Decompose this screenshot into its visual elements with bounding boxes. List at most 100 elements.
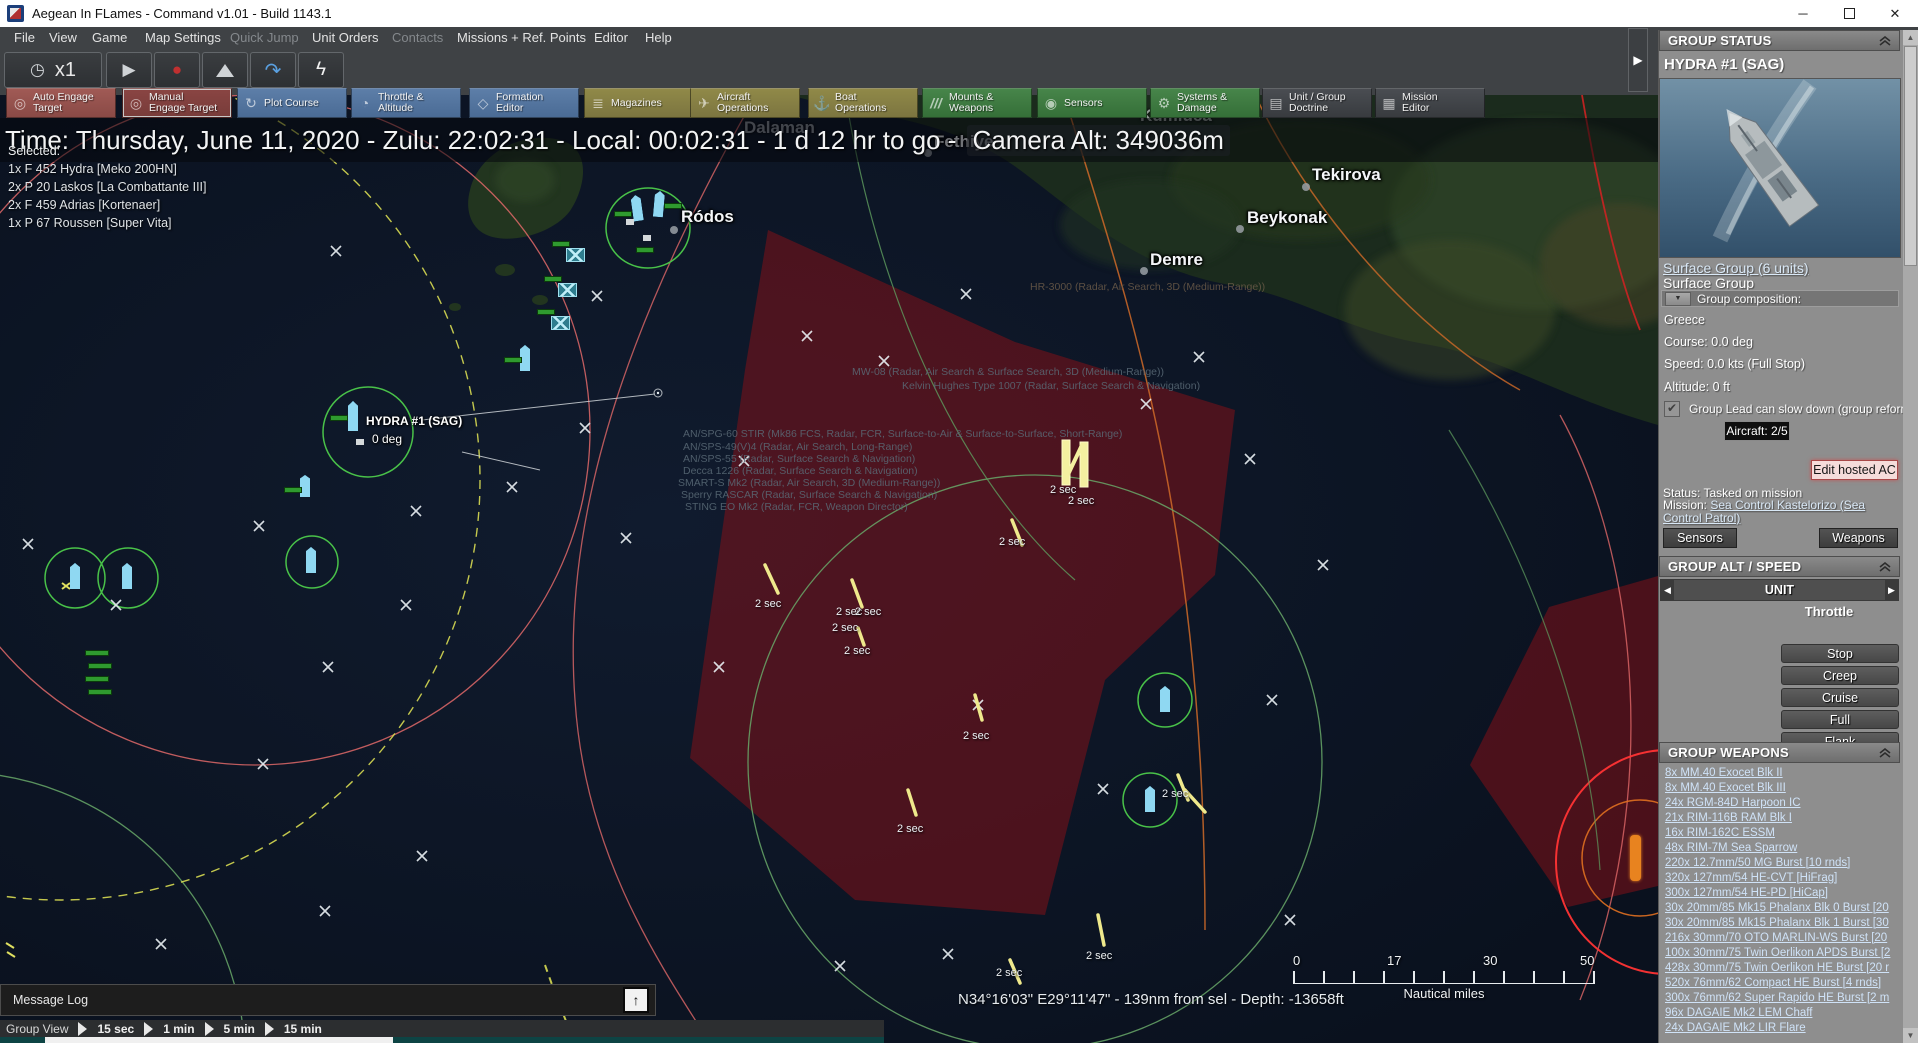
mission-editor-button[interactable]: ▦Mission Editor (1375, 88, 1485, 118)
weapon-link[interactable]: 300x 76mm/62 Super Rapido HE Burst [2 m (1665, 991, 1898, 1006)
aircraft-count-button[interactable]: Aircraft: 2/5 (1724, 421, 1790, 441)
scroll-up-arrow[interactable]: ▲ (1903, 30, 1918, 45)
friendly-ship-icon[interactable] (1160, 686, 1170, 712)
chevron-double-up-icon[interactable] (1879, 562, 1891, 572)
weapon-link[interactable]: 320x 127mm/54 HE-CVT [HiFrag] (1665, 871, 1898, 886)
close-button[interactable]: ✕ (1872, 0, 1918, 27)
weapon-link[interactable]: 30x 20mm/85 Mk15 Phalanx Blk 1 Burst [30 (1665, 916, 1898, 931)
boat-operations-button[interactable]: ⚓Boat Operations (808, 88, 918, 118)
weapon-link[interactable]: 24x RGM-84D Harpoon IC (1665, 796, 1898, 811)
lightning-icon: ϟ (316, 59, 326, 81)
weapon-link[interactable]: 100x 30mm/75 Twin Oerlikon APDS Burst [2 (1665, 946, 1898, 961)
weapon-link[interactable]: 21x RIM-116B RAM Blk I (1665, 811, 1898, 826)
weapon-link[interactable]: 8x MM.40 Exocet Blk II (1665, 766, 1898, 781)
chevron-double-up-icon[interactable] (1879, 748, 1891, 758)
friendly-ship-icon[interactable] (1145, 786, 1155, 812)
menu-missions-ref-points[interactable]: Missions + Ref. Points (457, 27, 586, 49)
auto-engage-target-button[interactable]: ◎Auto Engage Target (6, 88, 116, 118)
aircraft-operations-button[interactable]: ✈Aircraft Operations (690, 88, 800, 118)
throttle-creep-button[interactable]: Creep (1781, 666, 1899, 685)
weapon-link[interactable]: 428x 30mm/75 Twin Oerlikon HE Burst [20 … (1665, 961, 1898, 976)
menu-unit-orders[interactable]: Unit Orders (312, 27, 378, 49)
group-view-label[interactable]: Group View (6, 1022, 68, 1036)
weapon-link[interactable]: 8x MM.40 Exocet Blk III (1665, 781, 1898, 796)
step-5min[interactable]: 5 min (224, 1022, 255, 1036)
step-15sec[interactable]: 15 sec (97, 1022, 134, 1036)
systems-damage-button[interactable]: ⚙Systems & Damage (1150, 88, 1260, 118)
message-log-bar[interactable]: Message Log ↑ (0, 984, 656, 1016)
mission-prefix: Mission: (1663, 498, 1710, 512)
hydra-flagship-icon[interactable] (348, 401, 358, 431)
throttle-full-button[interactable]: Full (1781, 710, 1899, 729)
menu-help[interactable]: Help (645, 27, 672, 49)
sidebar-weapons-button[interactable]: Weapons (1819, 528, 1898, 548)
weapon-link[interactable]: 216x 30mm/70 OTO MARLIN-WS Burst [20 (1665, 931, 1898, 946)
hydra-group-label[interactable]: HYDRA #1 (SAG) (366, 414, 462, 428)
jump-button[interactable]: ↷ (250, 52, 296, 88)
play-button[interactable]: ▶ (106, 52, 152, 88)
time-compression-button[interactable]: ◷ x1 (4, 52, 102, 88)
friendly-ship-icon[interactable] (306, 547, 316, 573)
horizontal-scrollbar[interactable] (0, 1037, 884, 1043)
horizontal-scroll-thumb[interactable] (45, 1037, 393, 1043)
sidebar-sensors-button[interactable]: Sensors (1663, 528, 1737, 548)
boat-group-icon[interactable] (551, 316, 570, 330)
group-type: Surface Group (1663, 275, 1754, 291)
group-lead-checkbox[interactable]: ✔ (1664, 401, 1680, 417)
menu-editor[interactable]: Editor (594, 27, 628, 49)
group-status-header[interactable]: GROUP STATUS (1659, 30, 1900, 51)
scale-tick-label: 17 (1387, 953, 1401, 968)
quick-action-button[interactable]: ϟ (298, 52, 344, 88)
boat-group-icon[interactable] (566, 248, 585, 262)
edit-hosted-ac-button[interactable]: Edit hosted AC (1811, 460, 1898, 480)
friendly-ship-icon[interactable] (300, 475, 310, 497)
plot-course-button[interactable]: ↻Plot Course (237, 88, 347, 118)
hostile-ship-icon[interactable] (1630, 835, 1641, 881)
weapon-link[interactable]: 16x RIM-162C ESSM (1665, 826, 1898, 841)
throttle-cruise-button[interactable]: Cruise (1781, 688, 1899, 707)
sensors-button[interactable]: ◉Sensors (1037, 88, 1147, 118)
step-button[interactable] (202, 52, 248, 88)
sidebar-expander-button[interactable]: ▶ (1628, 28, 1648, 92)
scroll-thumb[interactable] (1904, 46, 1917, 266)
throttle-stop-button[interactable]: Stop (1781, 644, 1899, 663)
group-alt-speed-header[interactable]: GROUP ALT / SPEED (1659, 556, 1900, 577)
menu-game[interactable]: Game (92, 27, 127, 49)
scroll-down-arrow[interactable]: ▼ (1903, 1028, 1918, 1043)
tactical-map[interactable]: Time: Thursday, June 11, 2020 - Zulu: 22… (0, 95, 1658, 1043)
etr-label: 2 sec (996, 967, 1022, 979)
record-button[interactable]: ● (154, 52, 200, 88)
magazines-button[interactable]: ≣Magazines (584, 88, 694, 118)
weapon-link[interactable]: 220x 12.7mm/50 MG Burst [10 rnds] (1665, 856, 1898, 871)
weapon-link[interactable]: 48x RIM-7M Sea Sparrow (1665, 841, 1898, 856)
menu-file[interactable]: File (14, 27, 35, 49)
unit-group-doctrine-button[interactable]: ▤Unit / Group Doctrine (1262, 88, 1372, 118)
mounts-weapons-button[interactable]: ///Mounts & Weapons (922, 88, 1032, 118)
weapon-link[interactable]: 30x 20mm/85 Mk15 Phalanx Blk 0 Burst [20 (1665, 901, 1898, 916)
formation-editor-button[interactable]: ◇Formation Editor (469, 88, 579, 118)
step-1min[interactable]: 1 min (163, 1022, 194, 1036)
status-bar-icon (636, 247, 654, 253)
expand-log-button[interactable]: ↑ (623, 987, 649, 1013)
friendly-ship-icon[interactable] (122, 563, 132, 589)
throttle-altitude-button[interactable]: ◔Throttle & Altitude (351, 88, 461, 118)
step-15min[interactable]: 15 min (284, 1022, 322, 1036)
minimize-button[interactable]: ─ (1780, 0, 1826, 27)
menu-map-settings[interactable]: Map Settings (145, 27, 221, 49)
manual-engage-target-button[interactable]: ◎Manual Engage Target (122, 88, 232, 118)
group-composition-bar[interactable]: ▼ Group composition: (1661, 290, 1899, 307)
next-unit-button[interactable]: ▶ (1885, 580, 1898, 600)
sidebar-scrollbar[interactable]: ▲ ▼ (1903, 30, 1918, 1043)
weapon-link[interactable]: 300x 127mm/54 HE-PD [HiCap] (1665, 886, 1898, 901)
group-weapons-header[interactable]: GROUP WEAPONS (1659, 742, 1900, 763)
weapon-link[interactable]: 520x 76mm/62 Compact HE Burst [4 rnds] (1665, 976, 1898, 991)
dropdown-arrow-icon[interactable]: ▼ (1665, 292, 1691, 306)
weapon-link[interactable]: 24x DAGAIE Mk2 LIR Flare (1665, 1021, 1898, 1036)
weapon-link[interactable]: 96x DAGAIE Mk2 LEM Chaff (1665, 1006, 1898, 1021)
maximize-button[interactable] (1826, 0, 1872, 27)
menu-view[interactable]: View (49, 27, 77, 49)
boat-group-icon[interactable] (558, 283, 577, 297)
chevron-double-up-icon[interactable] (1879, 36, 1891, 46)
group-link[interactable]: Surface Group (6 units) (1663, 260, 1809, 276)
friendly-ship-icon[interactable] (70, 563, 80, 589)
